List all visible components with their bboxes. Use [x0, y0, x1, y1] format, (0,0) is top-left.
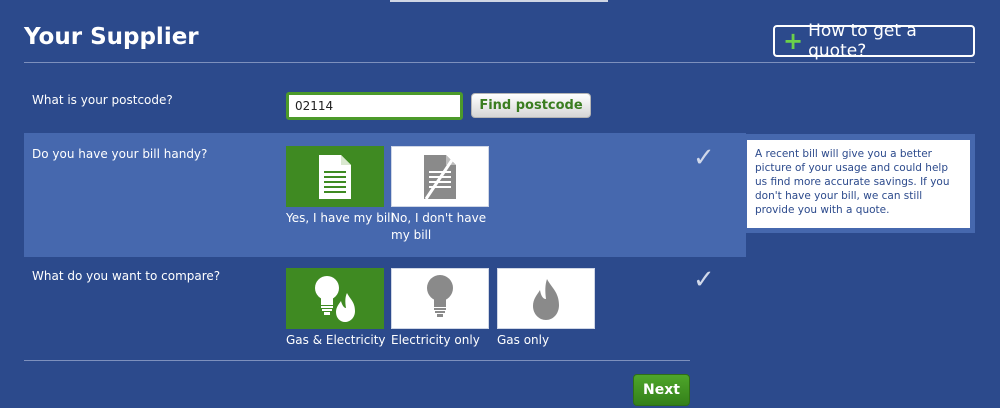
- bill-tooltip-text: A recent bill will give you a better pic…: [747, 140, 970, 228]
- compare-electricity-label: Electricity only: [391, 333, 480, 347]
- how-to-get-quote-button[interactable]: + How to get a quote?: [773, 21, 975, 61]
- postcode-input[interactable]: [286, 92, 463, 120]
- bill-yes-option[interactable]: [286, 146, 384, 207]
- bulb-icon: [427, 274, 453, 317]
- document-icon: [319, 154, 351, 199]
- footer-divider: [24, 360, 690, 361]
- next-button[interactable]: Next: [633, 374, 690, 406]
- compare-gas-electricity-label: Gas & Electricity: [286, 333, 386, 347]
- compare-checkmark-icon: ✓: [693, 265, 715, 295]
- top-bar-edge: [390, 0, 608, 2]
- postcode-label: What is your postcode?: [32, 93, 173, 107]
- page-title: Your Supplier: [24, 24, 199, 50]
- compare-gas-label: Gas only: [497, 333, 550, 347]
- compare-gas-option[interactable]: [497, 268, 595, 329]
- bill-checkmark-icon: ✓: [693, 143, 715, 173]
- bill-question-label: Do you have your bill handy?: [32, 147, 208, 161]
- bulb-flame-icon: [315, 275, 357, 324]
- bill-yes-label: Yes, I have my bill: [286, 211, 394, 225]
- find-postcode-button[interactable]: Find postcode: [471, 93, 591, 118]
- plus-icon: +: [783, 27, 804, 55]
- compare-electricity-option[interactable]: [391, 268, 489, 329]
- bill-no-option[interactable]: [391, 146, 489, 207]
- bill-no-label: No, I don't have my bill: [391, 211, 487, 242]
- how-to-get-quote-label: How to get a quote?: [808, 21, 917, 61]
- compare-question-label: What do you want to compare?: [32, 269, 221, 283]
- flame-icon: [533, 278, 559, 320]
- no-document-icon: [424, 154, 456, 200]
- bill-tooltip: A recent bill will give you a better pic…: [742, 134, 975, 233]
- compare-gas-electricity-option[interactable]: [286, 268, 384, 329]
- header-divider: [24, 62, 975, 63]
